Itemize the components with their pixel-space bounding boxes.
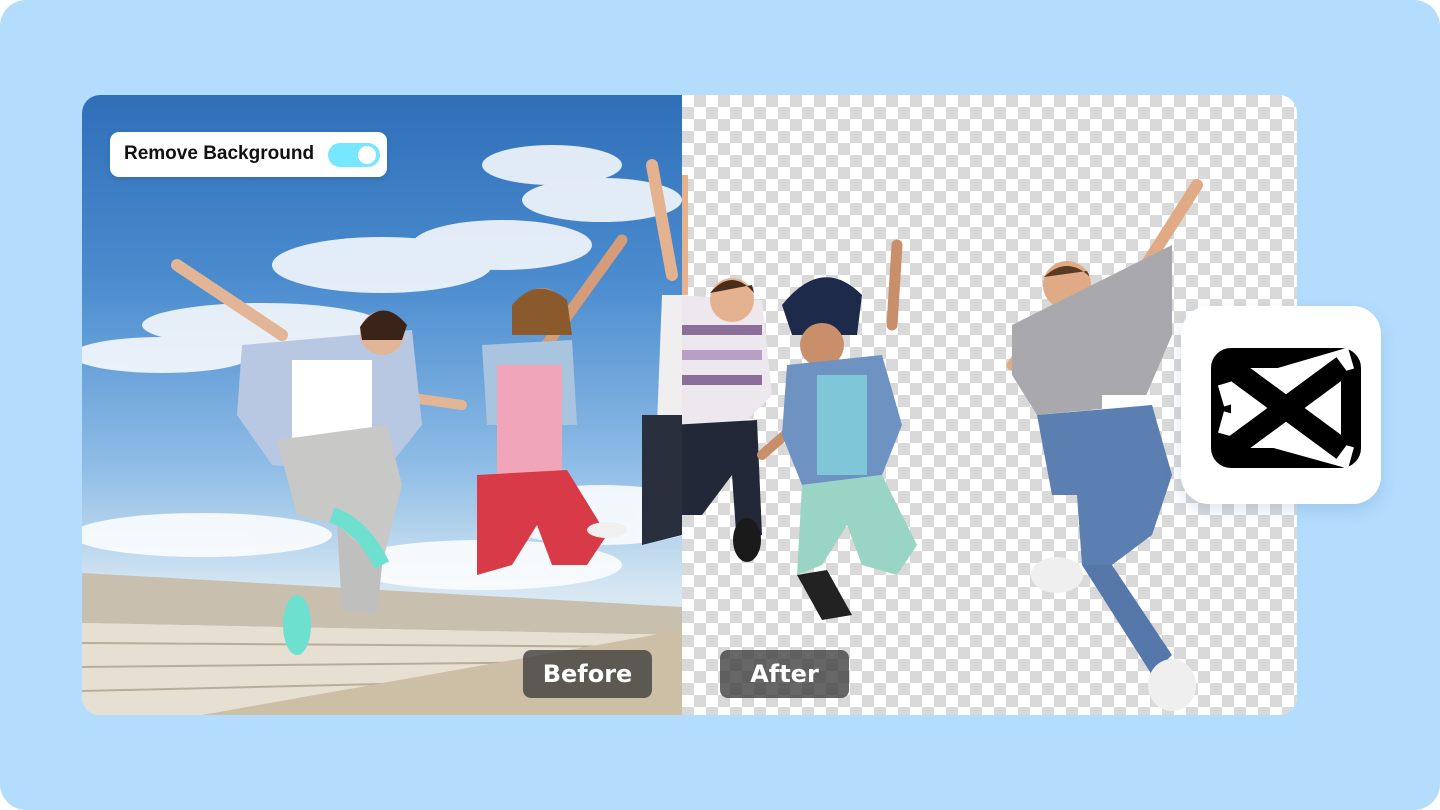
remove-background-toggle-card[interactable]: Remove Background (110, 132, 387, 177)
before-label: Before (523, 650, 652, 698)
before-photo: Remove Background (82, 95, 682, 715)
app-logo-tile (1181, 306, 1381, 504)
remove-background-label: Remove Background (124, 143, 315, 164)
comparison-canvas: Remove Background Before After (82, 95, 1297, 715)
switch-knob (358, 146, 376, 164)
promo-frame: Remove Background Before After (0, 0, 1440, 810)
after-label: After (720, 650, 849, 698)
capcut-logo-icon (1211, 347, 1361, 469)
remove-background-switch[interactable] (328, 143, 380, 167)
before-scene (82, 145, 682, 715)
